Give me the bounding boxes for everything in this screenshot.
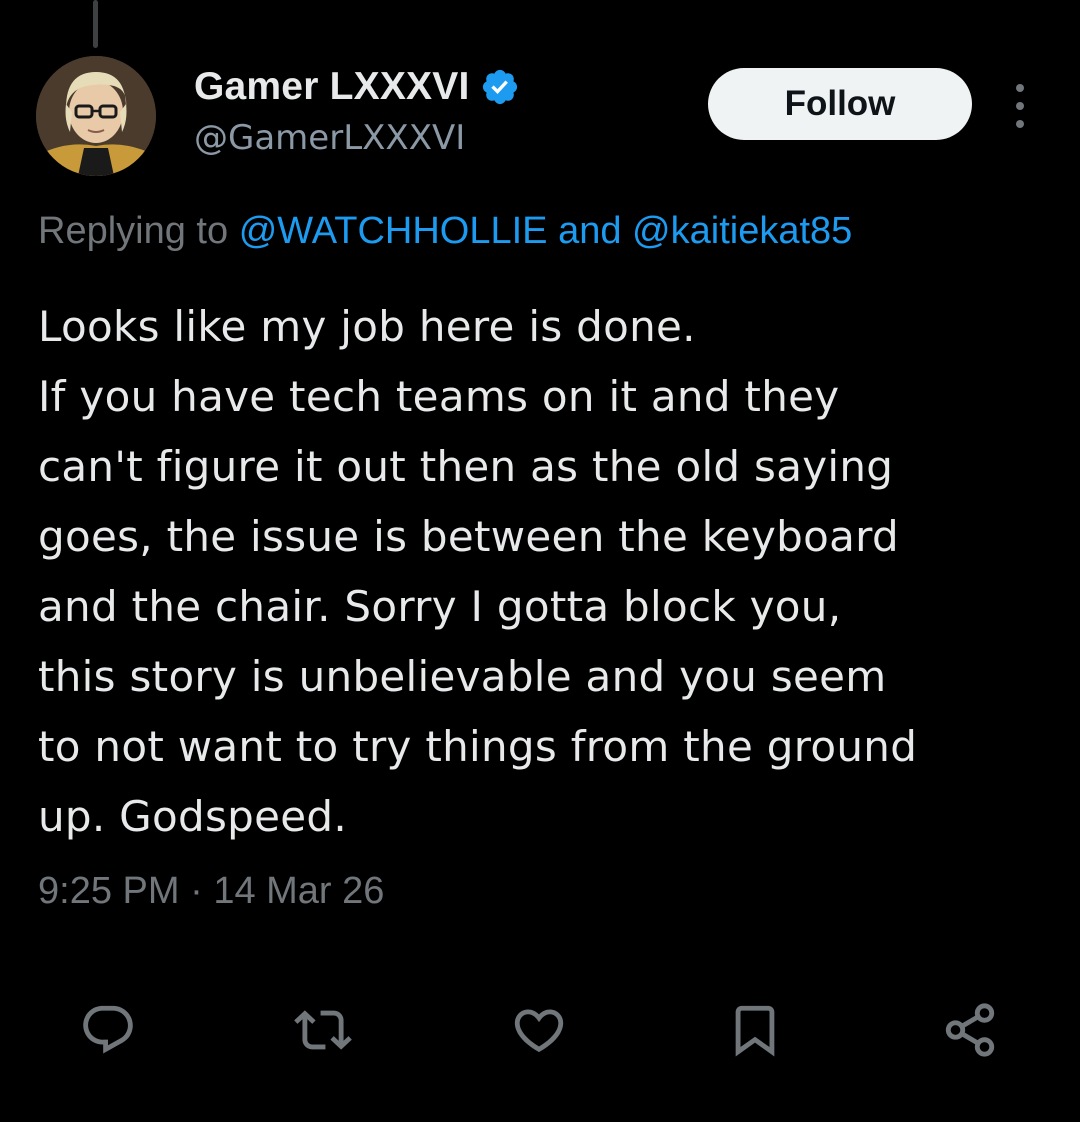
timestamp-date: 14 Mar 26 [213, 870, 385, 912]
verified-badge-icon [480, 67, 520, 107]
reply-button[interactable] [73, 995, 143, 1065]
timestamp-time: 9:25 PM [38, 870, 180, 912]
tweet-text-line: to not want to try things from the groun… [38, 722, 918, 771]
bookmark-icon [735, 1005, 775, 1057]
like-icon [514, 1009, 564, 1053]
tweet-text-line: goes, the issue is between the keyboard [38, 512, 899, 561]
tweet-text: Looks like my job here is done. If you h… [38, 292, 1058, 852]
tweet-timestamp[interactable]: 9:25 PM · 14 Mar 26 [38, 870, 384, 913]
more-options-icon[interactable] [1008, 84, 1032, 128]
share-button[interactable] [935, 995, 1005, 1065]
display-name-text: Gamer LXXXVI [194, 65, 470, 108]
bookmark-button[interactable] [720, 995, 790, 1065]
author-display-name[interactable]: Gamer LXXXVI [194, 62, 520, 112]
like-button[interactable] [504, 995, 574, 1065]
tweet-text-line: and the chair. Sorry I gotta block you, [38, 582, 842, 631]
repost-button[interactable] [288, 995, 358, 1065]
tweet-text-line: Looks like my job here is done. [38, 302, 696, 351]
reply-icon [83, 1005, 133, 1054]
tweet-text-line: this story is unbelievable and you seem [38, 652, 887, 701]
replying-to-label: Replying to [38, 210, 229, 252]
repost-icon [294, 1010, 352, 1050]
follow-button[interactable]: Follow [708, 68, 972, 140]
tweet-text-line: up. Godspeed. [38, 792, 348, 841]
mention-link-kaitiekat85[interactable]: @kaitiekat85 [632, 210, 852, 252]
tweet-text-line: can't figure it out then as the old sayi… [38, 442, 894, 491]
reply-context: Replying to @WATCHHOLLIE and @kaitiekat8… [38, 210, 852, 253]
avatar[interactable] [36, 56, 156, 176]
mention-joiner[interactable]: and [558, 210, 621, 252]
mention-link-watchhollie[interactable]: @WATCHHOLLIE [239, 210, 548, 252]
thread-connector-line [93, 0, 98, 48]
tweet-text-line: If you have tech teams on it and they [38, 372, 840, 421]
timestamp-separator: · [190, 870, 203, 912]
share-icon [945, 1003, 995, 1057]
author-handle[interactable]: @GamerLXXXVI [194, 118, 465, 158]
tweet-action-bar [0, 995, 1080, 1065]
avatar-image [36, 56, 156, 176]
